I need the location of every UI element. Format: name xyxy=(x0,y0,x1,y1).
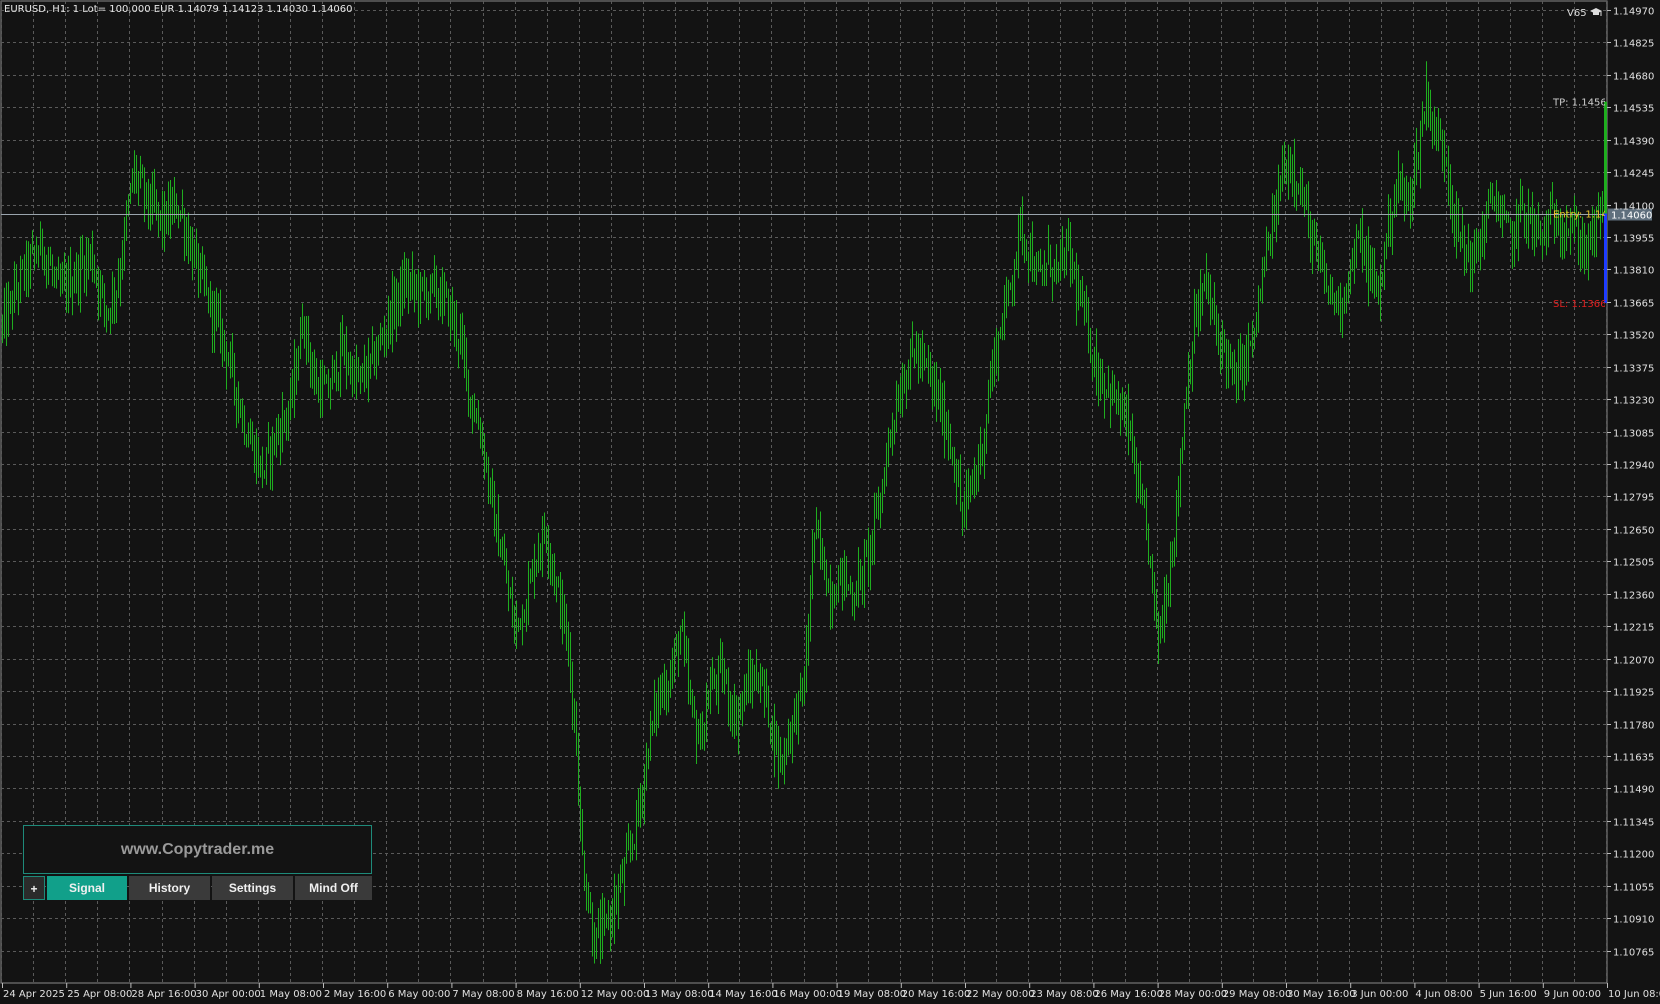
x-tick-label: 28 May 00:00 xyxy=(1159,989,1228,1000)
y-tick-label: 1.13085 xyxy=(1613,429,1654,440)
y-tick-label: 1.11200 xyxy=(1613,850,1654,861)
x-tick-label: 20 May 16:00 xyxy=(902,989,971,1000)
x-tick-label: 23 May 08:00 xyxy=(1030,989,1099,1000)
y-tick-label: 1.14825 xyxy=(1613,39,1654,50)
tab-settings[interactable]: Settings xyxy=(212,876,293,900)
y-tick-label: 1.12070 xyxy=(1613,656,1654,667)
x-tick-label: 30 May 16:00 xyxy=(1287,989,1356,1000)
level-label-tp: TP: 1.1456 xyxy=(1552,98,1607,109)
x-tick-label: 8 May 16:00 xyxy=(517,989,579,1000)
x-tick-label: 16 May 00:00 xyxy=(773,989,842,1000)
tab-signal[interactable]: Signal xyxy=(47,876,127,900)
y-tick-label: 1.12940 xyxy=(1613,461,1654,472)
y-tick-label: 1.14970 xyxy=(1613,7,1654,18)
position-bar-profit xyxy=(1604,101,1607,214)
y-tick-label: 1.13955 xyxy=(1613,234,1654,245)
y-tick-label: 1.11780 xyxy=(1613,721,1654,732)
y-tick-label: 1.11490 xyxy=(1613,785,1654,796)
chart-header-info: EURUSD, H1: 1 Lot= 100,000 EUR 1.14079 1… xyxy=(4,4,353,15)
y-tick-label: 1.14680 xyxy=(1613,72,1654,83)
y-tick-label: 1.14245 xyxy=(1613,169,1654,180)
x-tick-label: 19 May 08:00 xyxy=(838,989,907,1000)
x-tick-label: 28 Apr 16:00 xyxy=(131,989,196,1000)
x-tick-label: 10 Jun 08:00 xyxy=(1608,989,1660,1000)
x-tick-label: 9 Jun 00:00 xyxy=(1544,989,1601,1000)
x-tick-label: 22 May 00:00 xyxy=(966,989,1035,1000)
x-tick-label: 13 May 08:00 xyxy=(645,989,714,1000)
x-tick-label: 3 Jun 00:00 xyxy=(1351,989,1408,1000)
version-label: V65 xyxy=(1567,8,1587,19)
position-bar-risk xyxy=(1604,213,1607,303)
y-tick-label: 1.11635 xyxy=(1613,753,1654,764)
tab-history[interactable]: History xyxy=(129,876,210,900)
x-tick-label: 1 May 08:00 xyxy=(260,989,322,1000)
y-tick-label: 1.12650 xyxy=(1613,526,1654,537)
level-label-sl: SL: 1.1366 xyxy=(1553,299,1606,310)
y-tick-label: 1.13520 xyxy=(1613,331,1654,342)
x-tick-label: 25 Apr 08:00 xyxy=(67,989,132,1000)
y-tick-label: 1.12360 xyxy=(1613,591,1654,602)
x-tick-label: 29 May 08:00 xyxy=(1223,989,1292,1000)
y-tick-label: 1.14535 xyxy=(1613,104,1654,115)
y-tick-label: 1.14390 xyxy=(1613,137,1654,148)
y-tick-label: 1.13375 xyxy=(1613,364,1654,375)
x-tick-label: 4 Jun 08:00 xyxy=(1415,989,1472,1000)
y-tick-label: 1.11925 xyxy=(1613,688,1654,699)
y-tick-label: 1.10910 xyxy=(1613,915,1654,926)
y-tick-label: 1.13810 xyxy=(1613,266,1654,277)
y-tick-label: 1.12795 xyxy=(1613,493,1654,504)
graduation-cap-icon[interactable] xyxy=(1590,7,1602,17)
y-tick-label: 1.11055 xyxy=(1613,883,1654,894)
x-tick-label: 2 May 16:00 xyxy=(324,989,386,1000)
copytrader-panel: www.Copytrader.me xyxy=(23,825,372,874)
y-tick-label: 1.12505 xyxy=(1613,558,1654,569)
tab-mind-off[interactable]: Mind Off xyxy=(295,876,372,900)
y-tick-label: 1.14100 xyxy=(1613,202,1654,213)
x-tick-label: 12 May 00:00 xyxy=(581,989,650,1000)
x-tick-label: 30 Apr 00:00 xyxy=(196,989,261,1000)
x-tick-label: 5 Jun 16:00 xyxy=(1480,989,1537,1000)
x-tick-label: 26 May 16:00 xyxy=(1094,989,1163,1000)
x-tick-label: 14 May 16:00 xyxy=(709,989,778,1000)
y-tick-label: 1.13230 xyxy=(1613,396,1654,407)
x-tick-label: 7 May 08:00 xyxy=(452,989,514,1000)
panel-title: www.Copytrader.me xyxy=(120,841,275,858)
tab-add[interactable]: + xyxy=(23,876,45,900)
y-tick-label: 1.12215 xyxy=(1613,623,1654,634)
y-tick-label: 1.10765 xyxy=(1613,948,1654,959)
x-tick-label: 24 Apr 2025 xyxy=(3,989,65,1000)
y-tick-label: 1.13665 xyxy=(1613,299,1654,310)
y-tick-label: 1.11345 xyxy=(1613,818,1654,829)
x-tick-label: 6 May 00:00 xyxy=(388,989,450,1000)
